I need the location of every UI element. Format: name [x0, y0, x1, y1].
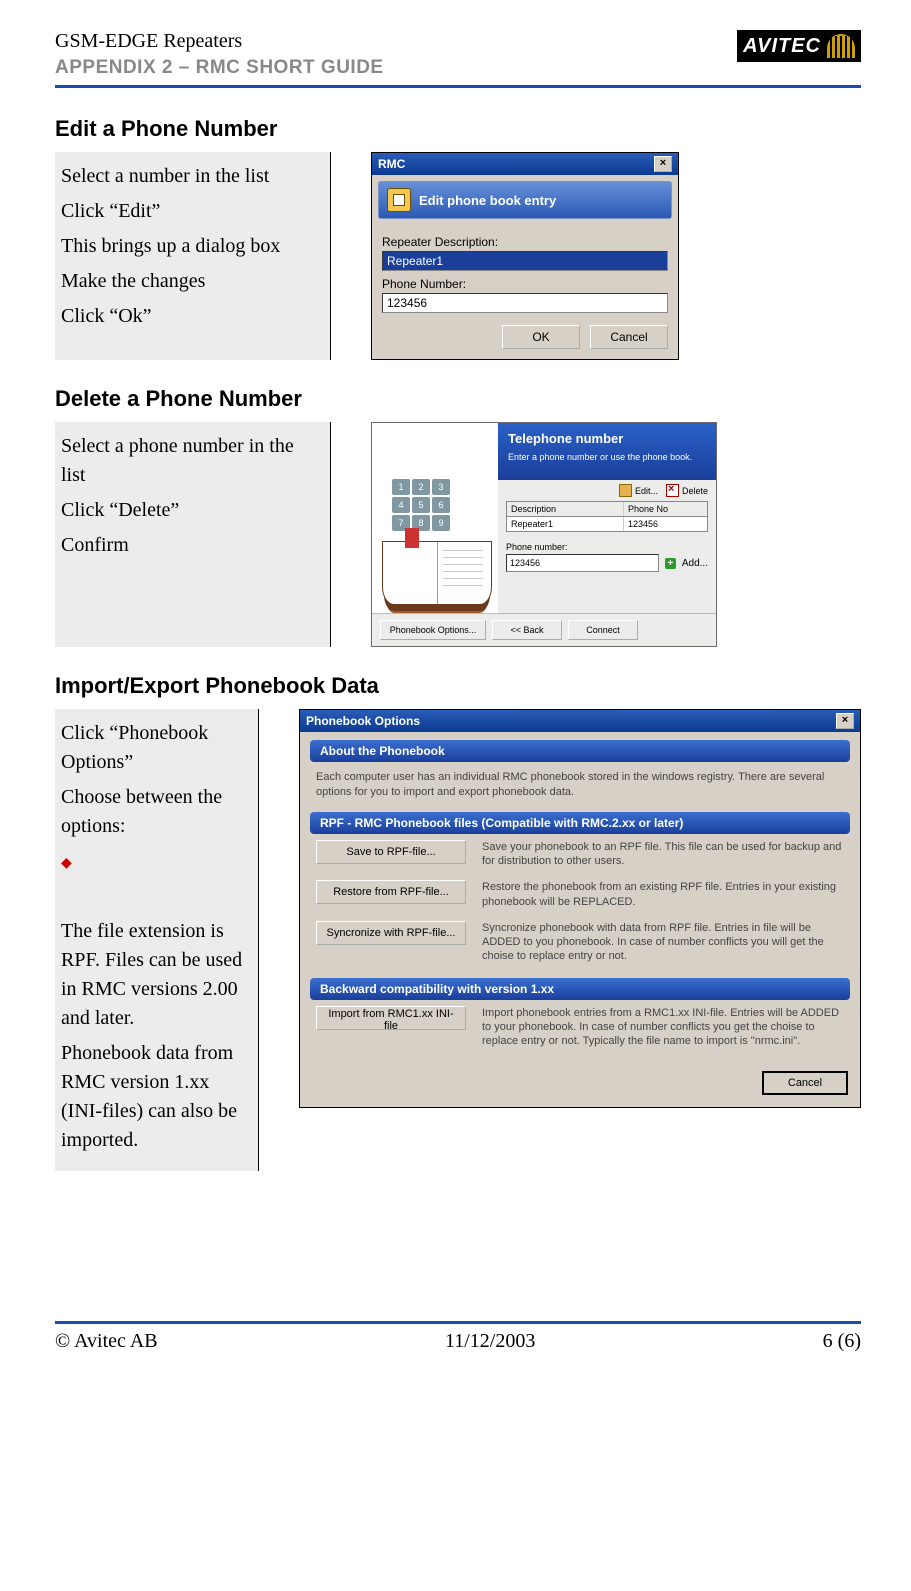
edit-tool[interactable]: Edit... — [619, 484, 658, 497]
delete-step: Confirm — [61, 531, 318, 560]
delete-tool[interactable]: Delete — [666, 484, 708, 497]
add-button[interactable]: Add... — [682, 558, 708, 569]
close-icon[interactable]: × — [836, 713, 854, 729]
section-title-edit: Edit a Phone Number — [55, 116, 861, 142]
table-row[interactable]: Repeater1 123456 — [507, 517, 707, 531]
edit-instructions: Select a number in the list Click “Edit”… — [55, 152, 331, 360]
connect-button[interactable]: Connect — [568, 620, 638, 640]
edit-tool-label: Edit... — [635, 486, 658, 496]
th-description: Description — [507, 502, 624, 516]
edit-step: Click “Ok” — [61, 302, 318, 331]
phonebook-options-dialog: Phonebook Options × About the Phonebook … — [299, 709, 861, 1108]
label-phone-number: Phone Number: — [382, 277, 668, 291]
footer-page: 6 (6) — [823, 1330, 861, 1353]
footer-rule — [55, 1321, 861, 1324]
logo-text: AVITEC — [743, 35, 821, 58]
keypad-key: 6 — [432, 497, 450, 513]
phonebook-table[interactable]: Description Phone No Repeater1 123456 — [506, 501, 708, 532]
repeater-description-input[interactable] — [382, 251, 668, 271]
keypad-key: 5 — [412, 497, 430, 513]
back-button[interactable]: << Back — [492, 620, 562, 640]
edit-entry-icon — [387, 188, 411, 212]
add-icon: + — [665, 558, 676, 569]
heading-about: About the Phonebook — [310, 740, 850, 762]
phone-banner-sub: Enter a phone number or use the phone bo… — [508, 452, 706, 462]
sync-rpf-desc: Syncronize phonebook with data from RPF … — [482, 921, 844, 964]
edit-dialog: RMC × Edit phone book entry Repeater Des… — [371, 152, 679, 360]
doc-title: GSM-EDGE Repeaters — [55, 30, 384, 53]
delete-tool-label: Delete — [682, 486, 708, 496]
section-title-import: Import/Export Phonebook Data — [55, 673, 861, 699]
about-text: Each computer user has an individual RMC… — [310, 762, 850, 804]
heading-rpf: RPF - RMC Phonebook files (Compatible wi… — [310, 812, 850, 834]
header-rule — [55, 85, 861, 88]
edit-step: Select a number in the list — [61, 162, 318, 191]
phone-number-input[interactable] — [382, 293, 668, 313]
keypad-key: 9 — [432, 515, 450, 531]
sync-rpf-button[interactable]: Syncronize with RPF-file... — [316, 921, 466, 945]
save-rpf-desc: Save your phonebook to an RPF file. This… — [482, 840, 844, 869]
close-icon[interactable]: × — [654, 156, 672, 172]
edit-icon — [619, 484, 632, 497]
cancel-button[interactable]: Cancel — [590, 325, 668, 349]
delete-instructions: Select a phone number in the list Click … — [55, 422, 331, 647]
edit-banner-text: Edit phone book entry — [419, 193, 556, 208]
delete-step: Click “Delete” — [61, 496, 318, 525]
cell-description: Repeater1 — [507, 517, 624, 531]
heading-backward: Backward compatibility with version 1.xx — [310, 978, 850, 1000]
keypad-key: 3 — [432, 479, 450, 495]
doc-subtitle: APPENDIX 2 – RMC SHORT GUIDE — [55, 57, 384, 79]
section-title-delete: Delete a Phone Number — [55, 386, 861, 412]
ok-button[interactable]: OK — [502, 325, 580, 349]
cancel-button[interactable]: Cancel — [762, 1071, 848, 1095]
import-ini-button[interactable]: Import from RMC1.xx INI-file — [316, 1006, 466, 1030]
delete-icon — [666, 484, 679, 497]
restore-rpf-desc: Restore the phonebook from an existing R… — [482, 880, 844, 909]
restore-rpf-button[interactable]: Restore from RPF-file... — [316, 880, 466, 904]
footer-date: 11/12/2003 — [445, 1330, 535, 1353]
edit-step: This brings up a dialog box — [61, 232, 318, 261]
logo-icon — [827, 34, 855, 58]
phonebook-icon — [382, 541, 492, 605]
keypad-key: 4 — [392, 497, 410, 513]
red-bullet-icon: ◆ — [61, 856, 72, 871]
keypad-key: 1 — [392, 479, 410, 495]
import-ini-desc: Import phonebook entries from a RMC1.xx … — [482, 1006, 844, 1049]
edit-step: Click “Edit” — [61, 197, 318, 226]
import-instructions: Click “Phonebook Options” Choose between… — [55, 709, 259, 1171]
phone-number-input[interactable] — [506, 554, 659, 572]
phone-dialog: 1 2 3 4 5 6 7 8 9 — [371, 422, 717, 647]
avitec-logo: AVITEC — [737, 30, 861, 62]
edit-dialog-title: RMC — [378, 157, 405, 171]
import-step: Click “Phonebook Options” — [61, 719, 246, 777]
edit-step: Make the changes — [61, 267, 318, 296]
import-step: Choose between the options: — [61, 783, 246, 841]
cell-phone-no: 123456 — [624, 517, 707, 531]
import-note: Phonebook data from RMC version 1.xx (IN… — [61, 1039, 246, 1155]
keypad-key: 2 — [412, 479, 430, 495]
phonebook-options-button[interactable]: Phonebook Options... — [380, 620, 486, 640]
options-dialog-title: Phonebook Options — [306, 714, 420, 728]
import-note: The file extension is RPF. Files can be … — [61, 917, 246, 1033]
delete-step: Select a phone number in the list — [61, 432, 318, 490]
save-rpf-button[interactable]: Save to RPF-file... — [316, 840, 466, 864]
phone-banner-title: Telephone number — [508, 431, 706, 446]
phone-graphic: 1 2 3 4 5 6 7 8 9 — [372, 423, 498, 613]
th-phone-no: Phone No — [624, 502, 707, 516]
label-repeater-description: Repeater Description: — [382, 235, 668, 249]
footer-copyright: © Avitec AB — [55, 1330, 158, 1353]
label-phone-number: Phone number: — [506, 542, 708, 552]
